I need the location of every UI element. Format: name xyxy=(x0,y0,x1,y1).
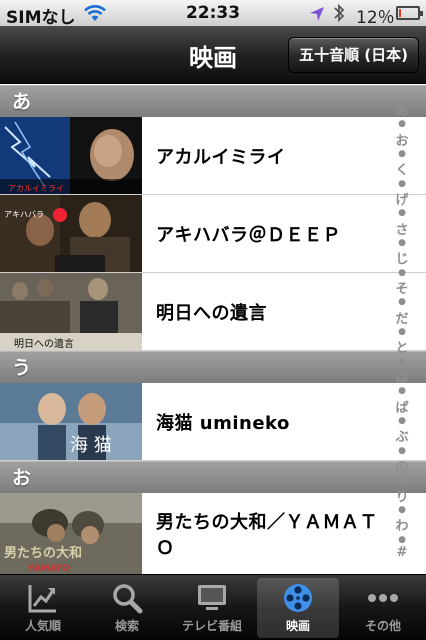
index-letter[interactable]: の xyxy=(395,456,408,475)
svg-text:YAMATO: YAMATO xyxy=(27,564,70,574)
section-header: う xyxy=(0,351,426,383)
index-letter[interactable]: く xyxy=(395,159,408,178)
section-header: お xyxy=(0,461,426,493)
svg-text:アカルイミライ: アカルイミライ xyxy=(8,184,64,193)
section-header: あ xyxy=(0,85,426,117)
index-letter[interactable]: そ xyxy=(395,278,408,297)
bluetooth-icon xyxy=(334,3,345,23)
index-letter[interactable]: じ xyxy=(395,248,408,267)
movie-title: 海猫 umineko xyxy=(156,412,290,434)
index-letter[interactable]: ● xyxy=(398,535,406,545)
tab-movies[interactable]: 映画 xyxy=(257,578,339,638)
svg-text:明日への遺言: 明日への遺言 xyxy=(14,337,74,350)
list-item[interactable]: 明日への遺言 明日への遺言 xyxy=(0,273,426,351)
index-letter[interactable]: # xyxy=(397,545,408,560)
navigation-bar: 映画 五十音順 (日本) xyxy=(0,26,426,84)
index-letter[interactable]: ● xyxy=(398,386,406,396)
svg-text:男たちの大和: 男たちの大和 xyxy=(4,545,82,561)
akihabara-deep-poster: アキハバラ xyxy=(0,195,142,272)
index-letter[interactable]: ● xyxy=(398,238,406,248)
tab-label: 映画 xyxy=(285,619,310,633)
list-item[interactable]: 海 猫 海猫 umineko xyxy=(0,383,426,461)
index-letter[interactable]: わ xyxy=(395,515,408,534)
index-letter[interactable]: ぶ xyxy=(395,426,408,445)
battery-icon xyxy=(396,6,423,20)
tab-more[interactable]: その他 xyxy=(342,578,424,638)
index-letter[interactable]: さ xyxy=(395,219,408,238)
sort-order-button[interactable]: 五十音順 (日本) xyxy=(288,37,419,73)
index-letter[interactable]: ぱ xyxy=(395,397,408,416)
status-bar: SIMなし 22:33 12％ xyxy=(0,0,426,28)
index-letter[interactable]: は xyxy=(395,367,408,386)
movie-title: 明日への遺言 xyxy=(156,302,267,324)
list-item[interactable]: アカルイミライ アカルイミライ xyxy=(0,117,426,195)
index-letter[interactable]: ● xyxy=(398,119,406,129)
tab-label: 検索 xyxy=(114,619,139,633)
tab-tv-shows[interactable]: テレビ番組 xyxy=(171,578,253,638)
index-letter[interactable]: だ xyxy=(395,308,408,327)
index-letter[interactable]: ● xyxy=(398,475,406,485)
list-item[interactable]: アキハバラ アキハバラ＠ＤＥＥＰ xyxy=(0,195,426,273)
tab-bar: 人気順 検索 テレビ番組 映画 その他 xyxy=(0,574,426,640)
tab-popular[interactable]: 人気順 xyxy=(2,578,84,638)
umineko-poster: 海 猫 xyxy=(0,383,142,460)
movie-title: アキハバラ＠ＤＥＥＰ xyxy=(156,224,341,246)
ashita-e-no-yuigon-poster: 明日への遺言 xyxy=(0,273,142,350)
akarui-mirai-poster: アカルイミライ xyxy=(0,117,142,194)
movie-title: 男たちの大和／ＹＡＭＡＴＯ xyxy=(156,511,378,559)
index-letter[interactable]: ● xyxy=(398,297,406,307)
index-letter[interactable]: ● xyxy=(398,208,406,218)
location-icon xyxy=(310,7,324,21)
tab-label: テレビ番組 xyxy=(181,619,242,633)
movie-title: アカルイミライ xyxy=(156,146,286,168)
section-index-bar[interactable]: あ ● お ● く ● げ ● さ ● じ ● そ ● だ ● と ● は ● ぱ ● ぶ ● の ● り ● わ ● # xyxy=(392,100,412,560)
index-letter[interactable]: ● xyxy=(398,149,406,159)
index-letter[interactable]: と xyxy=(395,337,408,356)
index-letter[interactable]: ● xyxy=(398,357,406,367)
index-letter[interactable]: ● xyxy=(398,416,406,426)
index-letter[interactable]: げ xyxy=(395,189,408,208)
tab-label: その他 xyxy=(364,619,401,633)
search-icon xyxy=(113,584,143,614)
svg-text:アキハバラ: アキハバラ xyxy=(4,210,44,219)
index-letter[interactable]: り xyxy=(395,486,408,505)
film-reel-icon xyxy=(284,584,312,612)
index-letter[interactable]: ● xyxy=(398,179,406,189)
index-letter[interactable]: ● xyxy=(398,268,406,278)
otokotachi-no-yamato-poster: 男たちの大和 YAMATO xyxy=(0,493,142,574)
index-letter[interactable]: ● xyxy=(398,505,406,515)
index-letter[interactable]: ● xyxy=(398,446,406,456)
index-letter[interactable]: お xyxy=(395,130,408,149)
tab-search[interactable]: 検索 xyxy=(86,578,168,638)
chart-icon xyxy=(28,585,56,613)
svg-text:海 猫: 海 猫 xyxy=(70,435,112,456)
list-item[interactable]: 男たちの大和 YAMATO 男たちの大和／ＹＡＭＡＴＯ xyxy=(0,493,426,574)
more-icon xyxy=(368,594,398,602)
movie-list[interactable]: あ アカルイミライ アカルイミライ アキハバラ アキハバラ＠ＤＥＥＰ 明日への遺… xyxy=(0,85,426,574)
tv-icon xyxy=(198,585,226,610)
tab-label: 人気順 xyxy=(24,619,61,633)
index-letter[interactable]: あ xyxy=(395,100,408,119)
battery-percent: 12％ xyxy=(356,8,395,28)
index-letter[interactable]: ● xyxy=(398,327,406,337)
